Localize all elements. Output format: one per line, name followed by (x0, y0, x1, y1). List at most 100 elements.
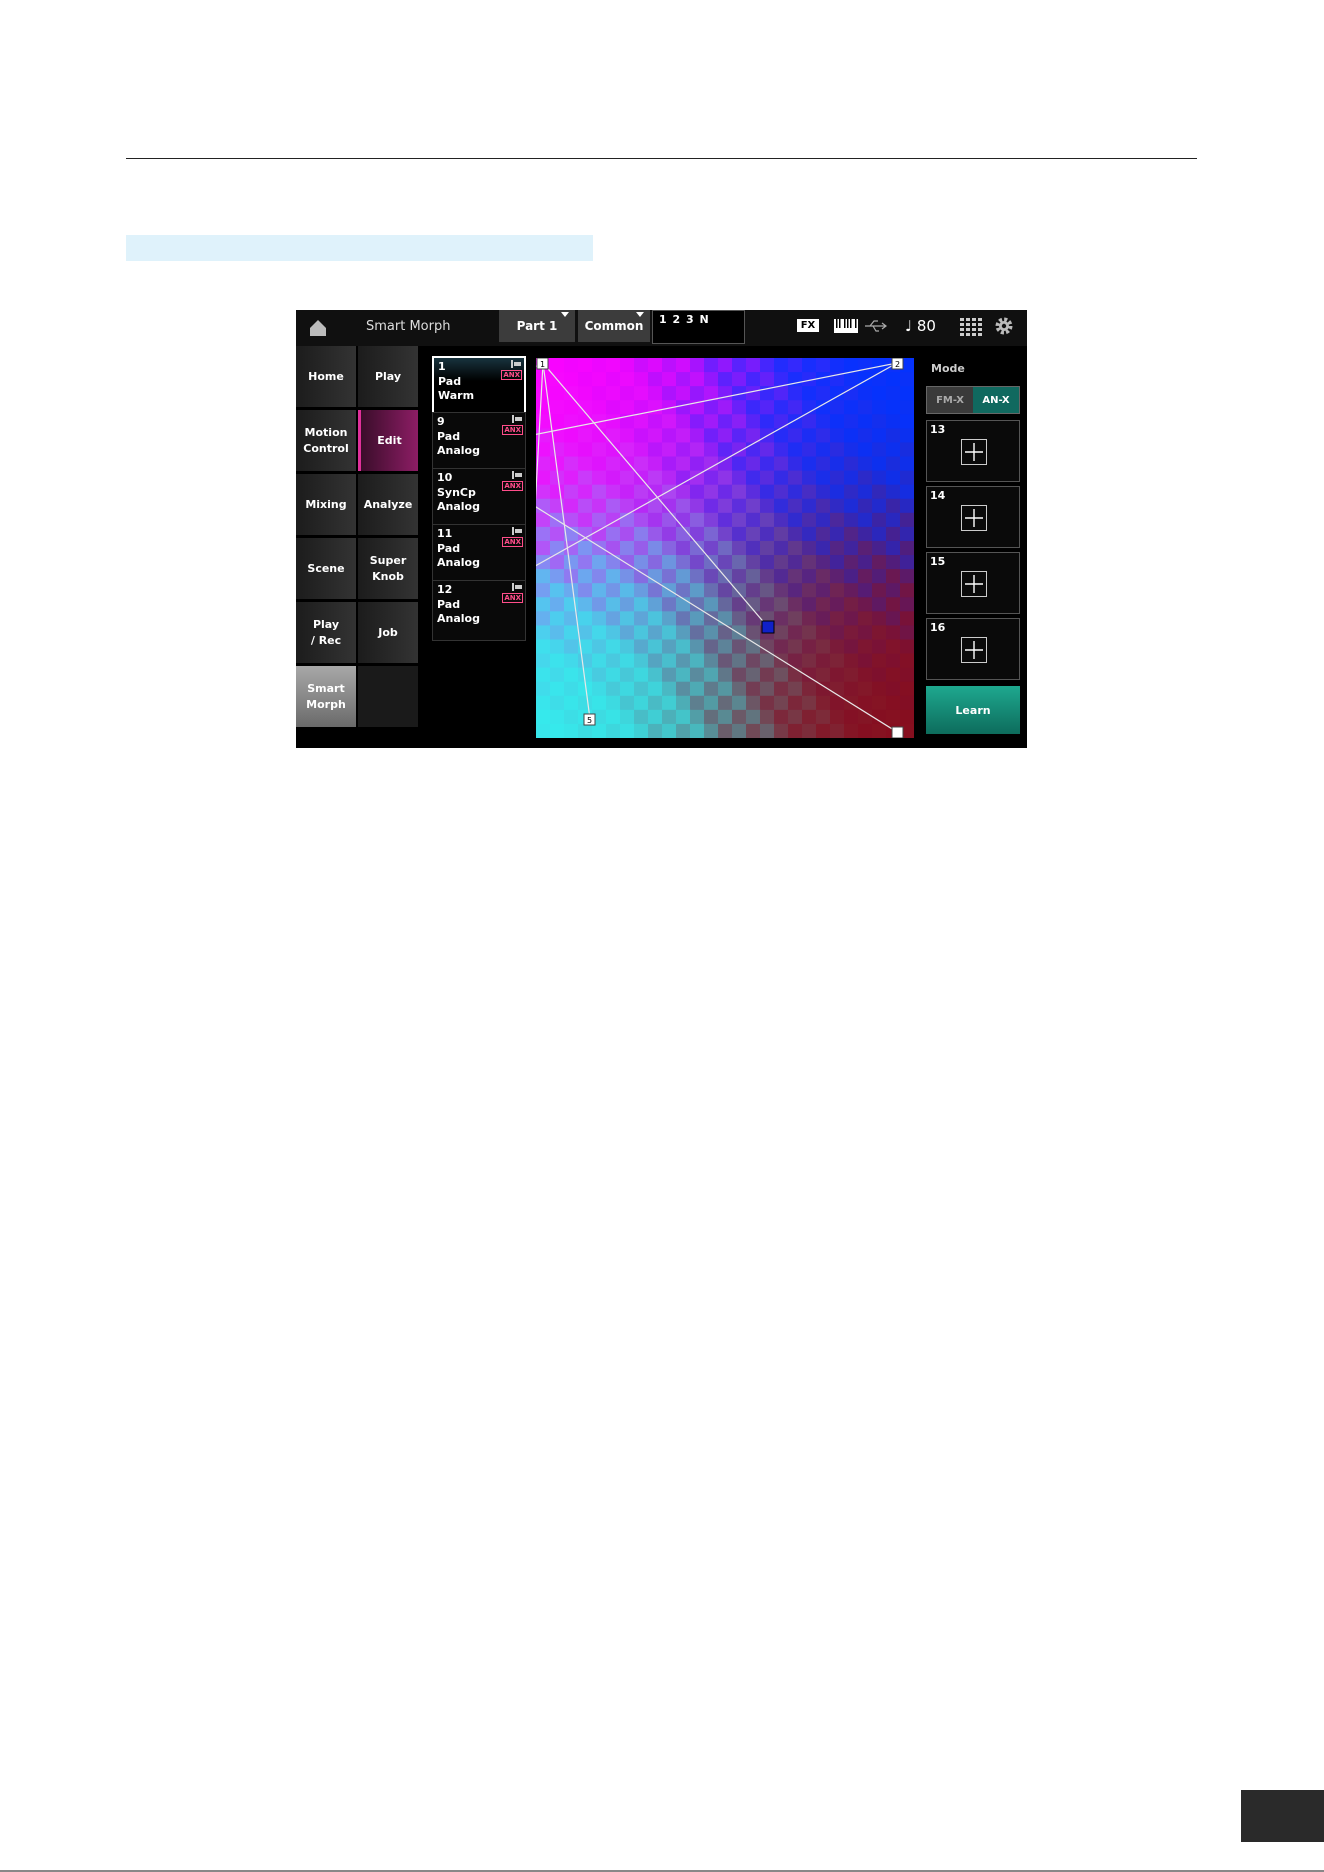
morph-cell (690, 526, 705, 542)
morph-cell (746, 484, 761, 500)
morph-cell (816, 597, 831, 612)
morph-cell (886, 653, 901, 669)
morph-cell (662, 428, 677, 444)
part-slot-1[interactable]: 1 Pad Warm ANX (432, 356, 526, 417)
morph-cell (564, 358, 579, 373)
nav-super-knob[interactable]: Super Knob (358, 538, 418, 599)
svg-text:2: 2 (895, 360, 900, 369)
morph-slot-15[interactable]: 15 (926, 552, 1020, 614)
morph-cell (578, 625, 593, 641)
morph-cell (676, 428, 691, 444)
morph-cell (690, 667, 705, 683)
morph-slot-16[interactable]: 16 (926, 618, 1020, 680)
part-slot-11[interactable]: 11 Pad Analog ANX (432, 524, 526, 585)
morph-cell (550, 358, 565, 373)
home-icon[interactable] (306, 316, 330, 340)
morph-cell (802, 723, 817, 738)
morph-cell (578, 653, 593, 669)
morph-cell (536, 555, 551, 570)
nav-play[interactable]: Play (358, 346, 418, 407)
nav-mixing[interactable]: Mixing (296, 474, 356, 535)
morph-cell (648, 681, 663, 697)
nav-edit[interactable]: Edit (358, 410, 418, 471)
nav-scene[interactable]: Scene (296, 538, 356, 599)
morph-cell (732, 358, 747, 373)
morph-cursor[interactable] (761, 620, 775, 634)
morph-cell (718, 540, 733, 556)
morph-marker-3[interactable] (891, 726, 904, 738)
performance-name-box[interactable]: 1 2 3 N (652, 310, 745, 344)
morph-cell (858, 498, 873, 514)
morph-cell (550, 681, 565, 697)
mode-fmx-button[interactable]: FM-X (927, 387, 973, 413)
morph-cell (816, 456, 831, 472)
fx-icon[interactable]: FX (797, 319, 819, 332)
morph-cell (648, 709, 663, 725)
morph-cell (704, 653, 719, 669)
morph-cell (564, 667, 579, 683)
morph-cell (732, 540, 747, 556)
morph-slot-14[interactable]: 14 (926, 486, 1020, 548)
morph-cell (802, 484, 817, 500)
morph-cell (802, 540, 817, 556)
morph-cell (816, 709, 831, 725)
morph-cell (564, 484, 579, 500)
morph-cell (718, 611, 733, 626)
morph-cell (676, 400, 691, 415)
grid-icon[interactable] (960, 318, 982, 336)
morph-cell (648, 639, 663, 655)
morph-cell (844, 597, 859, 612)
tempo-display[interactable]: ♩ 80 (905, 317, 936, 335)
morph-cell (718, 512, 733, 528)
part-slot-10[interactable]: 10 SynCp Analog ANX (432, 468, 526, 529)
morph-cell (634, 442, 649, 458)
nav-play-rec[interactable]: Play / Rec (296, 602, 356, 663)
morph-slot-13[interactable]: 13 (926, 420, 1020, 482)
morph-cell (830, 428, 845, 444)
morph-cell (900, 653, 914, 669)
morph-cell (662, 456, 677, 472)
morph-cell (830, 667, 845, 683)
nav-smart-morph[interactable]: Smart Morph (296, 666, 356, 727)
nav-job[interactable]: Job (358, 602, 418, 663)
morph-cell (774, 498, 789, 514)
mode-anx-button[interactable]: AN-X (973, 387, 1019, 413)
common-button[interactable]: Common (578, 310, 650, 344)
learn-button[interactable]: Learn (926, 686, 1020, 734)
morph-cell (788, 470, 803, 486)
morph-cell (592, 597, 607, 612)
morph-cell (900, 400, 914, 415)
morph-cell (578, 498, 593, 514)
morph-cell (578, 358, 593, 373)
morph-cell (634, 428, 649, 444)
morph-cell (620, 597, 635, 612)
anx-badge: ANX (502, 425, 523, 435)
morph-cell (578, 456, 593, 472)
morph-cell (802, 512, 817, 528)
morph-cell (802, 681, 817, 697)
morph-cell (634, 358, 649, 373)
morph-cell (844, 526, 859, 542)
morph-cell (900, 695, 914, 711)
morph-cell (592, 470, 607, 486)
morph-cell (606, 681, 621, 697)
morph-cell (830, 555, 845, 570)
morph-map[interactable]: 1 2 5 (536, 358, 914, 738)
part-slot-12[interactable]: 12 Pad Analog ANX (432, 580, 526, 641)
morph-map-cells (536, 358, 914, 738)
morph-cell (816, 540, 831, 556)
part-slot-9[interactable]: 9 Pad Analog ANX (432, 412, 526, 473)
nav-analyze[interactable]: Analyze (358, 474, 418, 535)
morph-cell (550, 583, 565, 598)
morph-cell (620, 386, 635, 401)
morph-cell (732, 428, 747, 444)
morph-cell (648, 358, 663, 373)
morph-cell (634, 611, 649, 626)
nav-home[interactable]: Home (296, 346, 356, 407)
morph-cell (816, 512, 831, 528)
svg-text:1: 1 (540, 360, 545, 369)
nav-motion-control[interactable]: Motion Control (296, 410, 356, 471)
part-select-button[interactable]: Part 1 (499, 310, 575, 344)
morph-cell (886, 540, 901, 556)
gear-icon[interactable] (994, 316, 1014, 336)
